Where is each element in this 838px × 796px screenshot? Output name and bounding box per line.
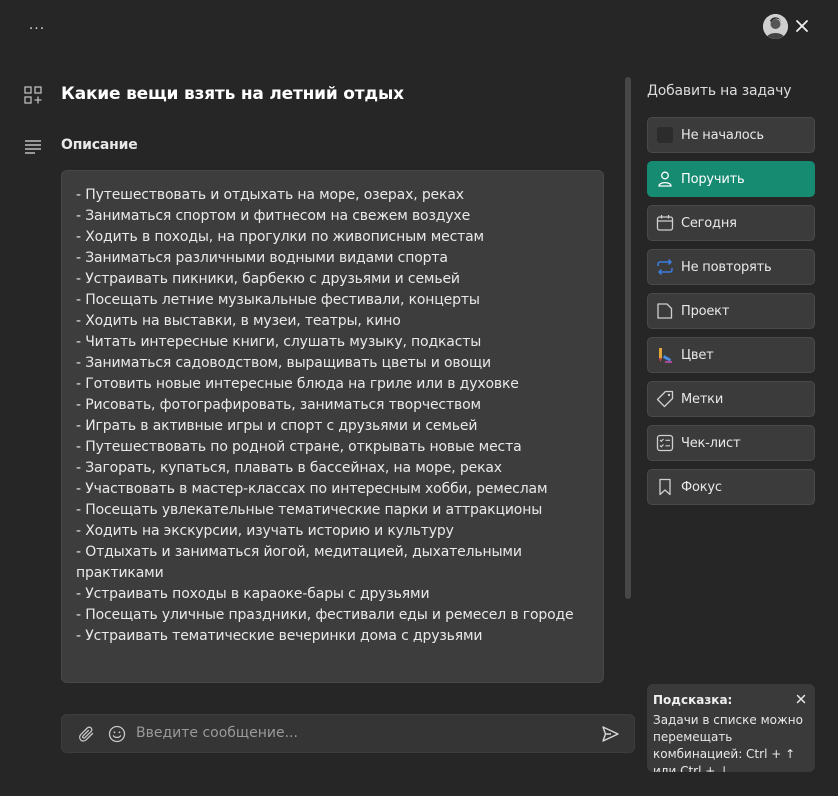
date-button-label: Сегодня (681, 215, 737, 231)
close-icon (796, 694, 806, 704)
paint-icon (656, 346, 674, 364)
repeat-button-label: Не повторять (681, 259, 772, 275)
status-square-icon (656, 126, 674, 144)
description-line: - Рисовать, фотографировать, заниматься … (76, 397, 481, 413)
focus-button-label: Фокус (681, 479, 722, 495)
description-line: - Устраивать походы в караоке-бары с дру… (76, 586, 430, 602)
status-button-label: Не началось (681, 127, 764, 143)
send-icon[interactable] (601, 725, 620, 743)
color-button-label: Цвет (681, 347, 714, 363)
description-line: - Устраивать тематические вечеринки дома… (76, 628, 483, 644)
description-line: - Отдыхать и заниматься йогой, медитацие… (76, 544, 522, 560)
description-editor[interactable]: - Путешествовать и отдыхать на море, озе… (61, 170, 604, 683)
add-to-task-title: Добавить на задачу (647, 83, 792, 99)
description-line: - Заниматься садоводством, выращивать цв… (76, 355, 491, 371)
tags-button-label: Метки (681, 391, 724, 407)
bookmark-icon (656, 478, 674, 496)
tag-icon (656, 390, 674, 408)
repeat-icon (656, 258, 674, 276)
close-icon (796, 20, 808, 32)
hint-title: Подсказка: (653, 693, 733, 707)
color-button[interactable]: Цвет (647, 337, 815, 373)
hint-text: Задачи в списке можно перемещать комбина… (653, 713, 803, 772)
description-label: Описание (61, 137, 138, 153)
checklist-button[interactable]: Чек-лист (647, 425, 815, 461)
hint-card: Подсказка: Задачи в списке можно перемещ… (647, 684, 815, 772)
description-line: - Читать интересные книги, слушать музык… (76, 334, 482, 350)
status-button[interactable]: Не началось (647, 117, 815, 153)
description-line: - Посещать увлекательные тематические па… (76, 502, 543, 518)
person-icon (656, 170, 674, 188)
repeat-button[interactable]: Не повторять (647, 249, 815, 285)
description-line: - Играть в активные игры и спорт с друзь… (76, 418, 478, 434)
project-button-label: Проект (681, 303, 730, 319)
more-options-button[interactable]: ... (26, 16, 48, 38)
focus-button[interactable]: Фокус (647, 469, 815, 505)
hint-close-button[interactable] (794, 692, 808, 706)
description-line: - Путешествовать по родной стране, откры… (76, 439, 522, 455)
user-avatar[interactable] (763, 14, 788, 39)
description-line: - Ходить в походы, на прогулки по живопи… (76, 229, 484, 245)
add-subtask-icon[interactable] (24, 86, 42, 104)
description-line: практиками (76, 565, 164, 581)
description-line: - Устраивать пикники, барбекю с друзьями… (76, 271, 460, 287)
paperclip-icon[interactable] (78, 725, 96, 743)
description-line: - Участвовать в мастер-классах по интере… (76, 481, 548, 497)
message-input[interactable] (136, 722, 586, 744)
task-title[interactable]: Какие вещи взять на летний отдых (61, 84, 404, 104)
tags-button[interactable]: Метки (647, 381, 815, 417)
checklist-icon (656, 434, 674, 452)
close-button[interactable] (792, 16, 812, 36)
description-line: - Загорать, купаться, плавать в бассейна… (76, 460, 502, 476)
description-line: - Готовить новые интересные блюда на гри… (76, 376, 519, 392)
description-line: - Посещать летние музыкальные фестивали,… (76, 292, 480, 308)
calendar-icon (656, 214, 674, 232)
project-button[interactable]: Проект (647, 293, 815, 329)
description-line: - Заниматься спортом и фитнесом на свеже… (76, 208, 471, 224)
description-icon (24, 139, 42, 155)
checklist-button-label: Чек-лист (681, 435, 741, 451)
description-line: - Заниматься различными водными видами с… (76, 250, 448, 266)
description-line: - Ходить на выставки, в музеи, театры, к… (76, 313, 401, 329)
emoji-icon[interactable] (108, 725, 126, 743)
avatar-image (763, 14, 788, 39)
assign-button-label: Поручить (681, 171, 745, 187)
assign-button[interactable]: Поручить (647, 161, 815, 197)
description-line: - Ходить на экскурсии, изучать историю и… (76, 523, 454, 539)
description-line: - Посещать уличные праздники, фестивали … (76, 607, 574, 623)
date-button[interactable]: Сегодня (647, 205, 815, 241)
scrollbar[interactable] (625, 77, 631, 599)
description-line: - Путешествовать и отдыхать на море, озе… (76, 187, 464, 203)
folder-icon (656, 302, 674, 320)
